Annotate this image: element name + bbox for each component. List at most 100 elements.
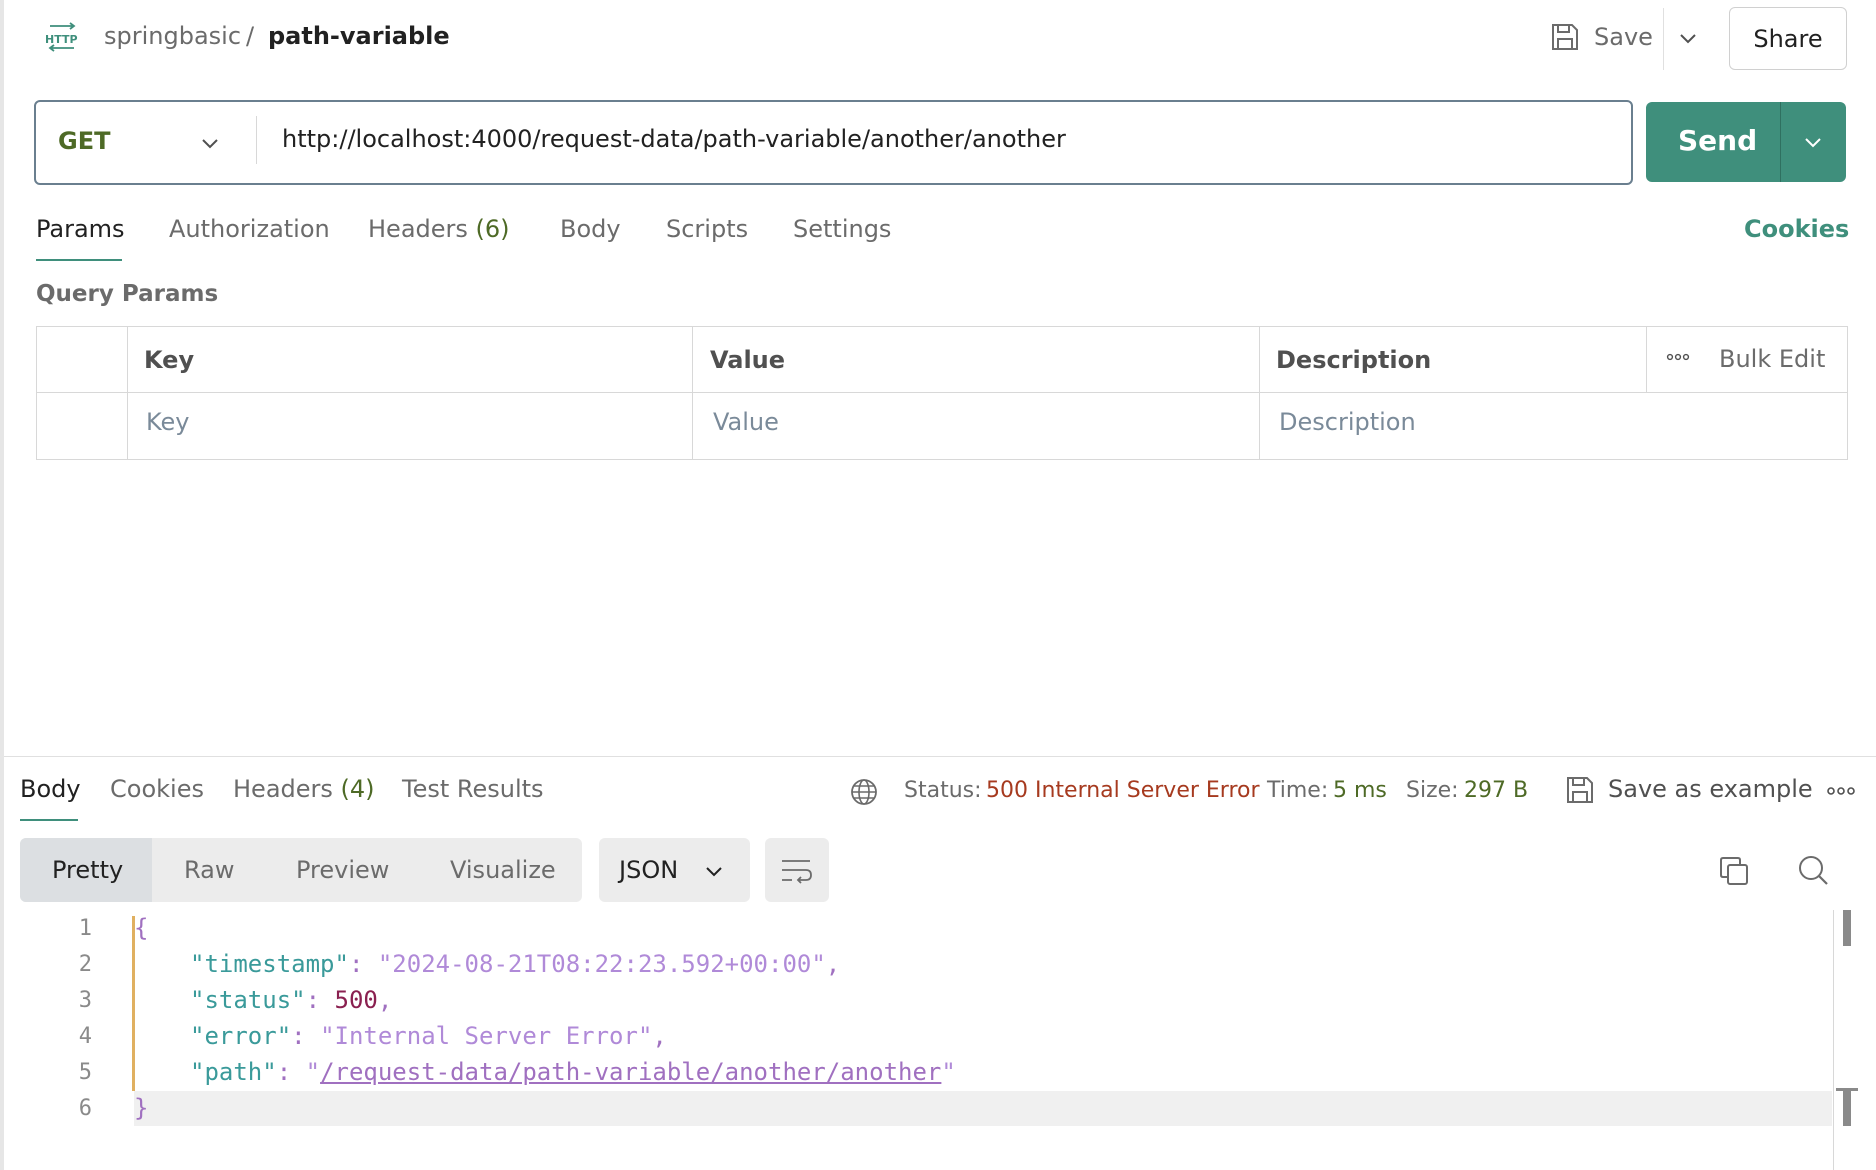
send-button-label[interactable]: Send <box>1678 124 1757 157</box>
save-button[interactable]: Save <box>1594 23 1653 51</box>
query-params-title: Query Params <box>36 281 219 307</box>
line-number: 1 <box>78 916 92 941</box>
left-border <box>0 0 4 1170</box>
save-icon[interactable] <box>1550 22 1580 52</box>
format-preview[interactable]: Preview <box>296 856 389 884</box>
response-tab-body[interactable]: Body <box>20 775 81 803</box>
code-close-brace: } <box>134 1094 149 1122</box>
json-string: "2024-08-21T08:22:23.592+00:00" <box>377 950 826 978</box>
column-header-description: Description <box>1276 346 1432 374</box>
json-key: "status" <box>190 986 306 1014</box>
save-icon[interactable] <box>1565 775 1595 805</box>
response-headers-count: (4) <box>340 775 375 803</box>
tab-settings[interactable]: Settings <box>793 215 891 243</box>
format-raw[interactable]: Raw <box>184 856 234 884</box>
path-link[interactable]: /request-data/path-variable/another/anot… <box>320 1058 941 1086</box>
time-value[interactable]: 5 ms <box>1333 778 1387 803</box>
divider <box>256 116 257 164</box>
size-label: Size: <box>1406 778 1459 803</box>
request-name[interactable]: path-variable <box>268 22 450 50</box>
table-col-divider <box>692 326 693 459</box>
code-line: "status": 500, <box>190 986 392 1014</box>
json-colon: : <box>276 1058 306 1086</box>
chevron-down-icon[interactable] <box>200 133 220 153</box>
format-visualize[interactable]: Visualize <box>450 856 556 884</box>
response-tab-headers[interactable]: Headers (4) <box>233 775 375 803</box>
line-number: 2 <box>78 952 92 977</box>
more-options-icon[interactable] <box>1826 785 1856 797</box>
table-col-divider <box>127 326 128 459</box>
json-string: "Internal Server Error" <box>320 1022 653 1050</box>
line-number: 6 <box>78 1096 92 1121</box>
key-input[interactable]: Key <box>146 408 190 436</box>
scrollbar-thumb[interactable] <box>1843 910 1851 946</box>
json-colon: : <box>305 986 335 1014</box>
status-label: Status: <box>904 778 982 803</box>
code-line: "path": "/request-data/path-variable/ano… <box>190 1058 956 1086</box>
response-tab-cookies[interactable]: Cookies <box>110 775 204 803</box>
breadcrumb-collection[interactable]: springbasic <box>104 22 241 50</box>
tab-scripts[interactable]: Scripts <box>666 215 748 243</box>
headers-count: (6) <box>475 215 510 243</box>
json-comma: , <box>652 1022 667 1050</box>
format-pretty[interactable]: Pretty <box>52 856 123 884</box>
active-tab-indicator <box>36 259 122 261</box>
method-select[interactable]: GET <box>58 127 110 155</box>
json-comma: , <box>825 950 841 978</box>
current-line-highlight <box>134 1091 1832 1126</box>
table-col-divider <box>1259 326 1260 459</box>
column-header-key: Key <box>144 346 195 374</box>
fold-indicator <box>132 916 135 1091</box>
json-comma: , <box>377 986 393 1014</box>
line-number: 4 <box>78 1024 92 1049</box>
chevron-down-icon[interactable] <box>1803 132 1823 152</box>
active-tab-indicator <box>20 819 78 821</box>
time-label: Time: <box>1267 778 1329 803</box>
breadcrumb-separator: / <box>246 22 255 50</box>
svg-text:HTTP: HTTP <box>45 33 78 46</box>
size-value[interactable]: 297 B <box>1464 778 1528 803</box>
table-divider <box>36 392 1847 393</box>
scrollbar-marker <box>1843 1090 1851 1126</box>
more-options-icon[interactable] <box>1666 352 1690 362</box>
json-key: "error" <box>190 1022 292 1050</box>
params-table <box>36 326 1848 460</box>
response-tab-test-results[interactable]: Test Results <box>402 775 544 803</box>
description-input[interactable]: Description <box>1279 408 1416 436</box>
json-quote: " <box>305 1058 321 1086</box>
status-value[interactable]: 500 Internal Server Error <box>986 778 1260 803</box>
share-button[interactable]: Share <box>1729 7 1847 70</box>
tab-headers-label: Headers <box>368 215 468 243</box>
value-input[interactable]: Value <box>713 408 779 436</box>
chevron-down-icon[interactable] <box>1678 28 1698 48</box>
tab-body[interactable]: Body <box>560 215 621 243</box>
url-input[interactable]: http://localhost:4000/request-data/path-… <box>282 125 1066 153</box>
tab-headers[interactable]: Headers (6) <box>368 215 510 243</box>
json-colon: : <box>291 1022 321 1050</box>
wrap-lines-icon[interactable] <box>780 855 812 885</box>
cookies-link[interactable]: Cookies <box>1744 215 1849 243</box>
http-icon: HTTP <box>45 22 78 52</box>
json-quote: " <box>941 1058 956 1086</box>
table-col-divider <box>1646 326 1647 392</box>
response-divider[interactable] <box>4 756 1876 757</box>
globe-icon[interactable] <box>849 777 879 807</box>
chevron-down-icon[interactable] <box>704 861 724 881</box>
bulk-edit-button[interactable]: Bulk Edit <box>1719 345 1825 373</box>
language-label[interactable]: JSON <box>619 856 678 884</box>
copy-icon[interactable] <box>1718 855 1750 887</box>
divider <box>1780 102 1781 182</box>
scrollbar-track <box>1833 910 1834 1170</box>
tab-params[interactable]: Params <box>36 215 125 243</box>
response-tab-headers-label: Headers <box>233 775 333 803</box>
line-number: 5 <box>78 1060 92 1085</box>
divider <box>1663 8 1664 70</box>
json-key: "timestamp" <box>190 950 349 978</box>
search-icon[interactable] <box>1797 854 1829 886</box>
json-key: "path" <box>190 1058 277 1086</box>
json-number: 500 <box>334 986 378 1014</box>
tab-authorization[interactable]: Authorization <box>169 215 330 243</box>
column-header-value: Value <box>710 346 786 374</box>
line-number: 3 <box>78 988 92 1013</box>
save-as-example-button[interactable]: Save as example <box>1608 775 1813 803</box>
